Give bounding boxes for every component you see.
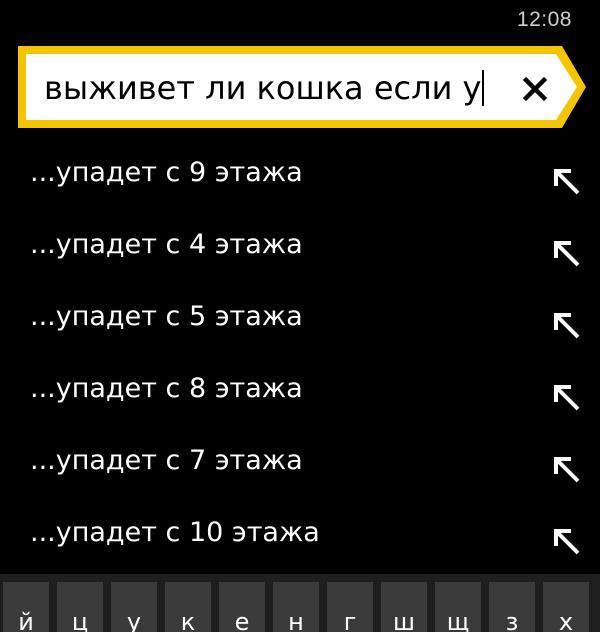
suggestion-text: ...упадет с 5 этажа bbox=[30, 301, 303, 332]
keyboard-key[interactable]: у bbox=[111, 582, 157, 632]
text-caret bbox=[482, 70, 485, 106]
search-input[interactable]: выживет ли кошка если у bbox=[44, 64, 485, 112]
keyboard-key[interactable]: г bbox=[327, 582, 373, 632]
keyboard-key[interactable]: ц bbox=[57, 582, 103, 632]
suggestion-item[interactable]: ...упадет с 9 этажа bbox=[0, 145, 600, 217]
clear-search-button[interactable] bbox=[516, 70, 554, 108]
arrow-up-left-icon[interactable] bbox=[552, 239, 582, 269]
keyboard-key[interactable]: щ bbox=[435, 582, 481, 632]
suggestion-item[interactable]: ...упадет с 4 этажа bbox=[0, 217, 600, 289]
close-icon bbox=[522, 76, 548, 102]
keyboard-key[interactable]: з bbox=[489, 582, 535, 632]
keyboard-key[interactable]: к bbox=[165, 582, 211, 632]
on-screen-keyboard: й ц у к е н г ш щ з х bbox=[0, 574, 600, 632]
suggestion-item[interactable]: ...упадет с 7 этажа bbox=[0, 433, 600, 505]
keyboard-key[interactable]: е bbox=[219, 582, 265, 632]
keyboard-key[interactable]: ш bbox=[381, 582, 427, 632]
suggestion-text: ...упадет с 8 этажа bbox=[30, 373, 303, 404]
suggestion-item[interactable]: ...упадет с 8 этажа bbox=[0, 361, 600, 433]
arrow-up-left-icon[interactable] bbox=[552, 311, 582, 341]
search-query-text: выживет ли кошка если у bbox=[44, 69, 482, 107]
suggestion-item[interactable]: ...упадет с 5 этажа bbox=[0, 289, 600, 361]
arrow-up-left-icon[interactable] bbox=[552, 527, 582, 557]
search-box[interactable]: выживет ли кошка если у bbox=[16, 44, 588, 130]
arrow-up-left-icon[interactable] bbox=[552, 383, 582, 413]
status-time: 12:08 bbox=[516, 8, 572, 31]
arrow-up-left-icon[interactable] bbox=[552, 455, 582, 485]
keyboard-key[interactable]: н bbox=[273, 582, 319, 632]
keyboard-key[interactable]: й bbox=[3, 582, 49, 632]
suggestion-list: ...упадет с 9 этажа ...упадет с 4 этажа … bbox=[0, 145, 600, 577]
arrow-up-left-icon[interactable] bbox=[552, 167, 582, 197]
suggestion-text: ...упадет с 4 этажа bbox=[30, 229, 303, 260]
suggestion-item[interactable]: ...упадет с 10 этажа bbox=[0, 505, 600, 577]
keyboard-key[interactable]: х bbox=[543, 582, 589, 632]
status-bar: 12:08 bbox=[0, 0, 600, 40]
suggestion-text: ...упадет с 10 этажа bbox=[30, 517, 320, 548]
suggestion-text: ...упадет с 7 этажа bbox=[30, 445, 303, 476]
suggestion-text: ...упадет с 9 этажа bbox=[30, 157, 303, 188]
